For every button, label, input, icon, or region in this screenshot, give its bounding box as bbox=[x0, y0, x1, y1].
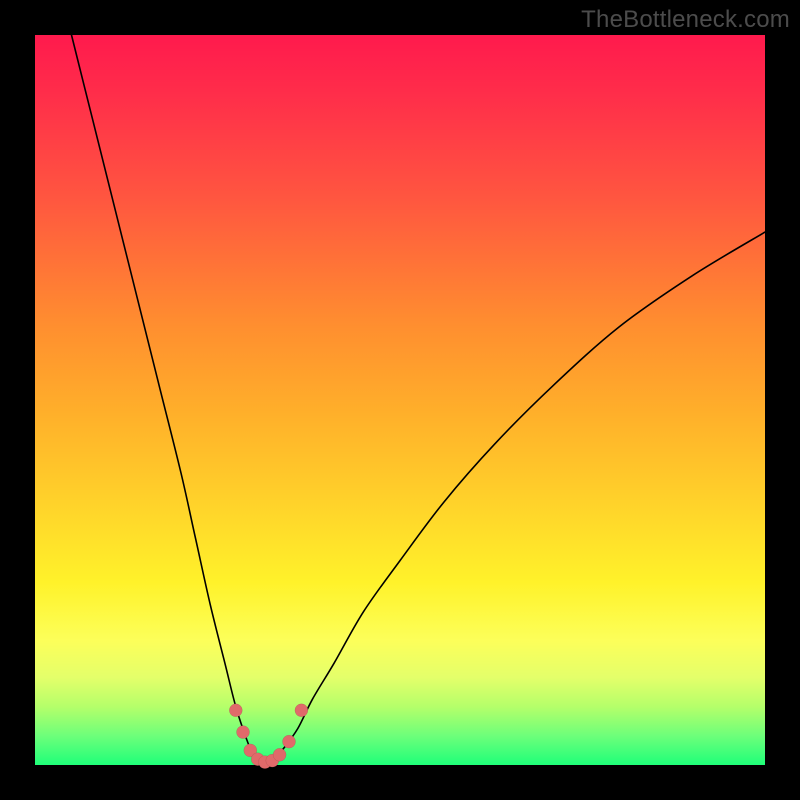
curve-markers bbox=[229, 704, 308, 769]
watermark-text: TheBottleneck.com bbox=[581, 6, 790, 34]
curve-marker bbox=[229, 704, 242, 717]
curve-marker bbox=[273, 748, 286, 761]
bottleneck-curve bbox=[72, 35, 766, 763]
curve-marker bbox=[295, 704, 308, 717]
curve-svg bbox=[35, 35, 765, 765]
curve-marker bbox=[237, 726, 250, 739]
curve-marker bbox=[283, 735, 296, 748]
chart-frame: TheBottleneck.com bbox=[0, 0, 800, 800]
plot-area bbox=[35, 35, 765, 765]
